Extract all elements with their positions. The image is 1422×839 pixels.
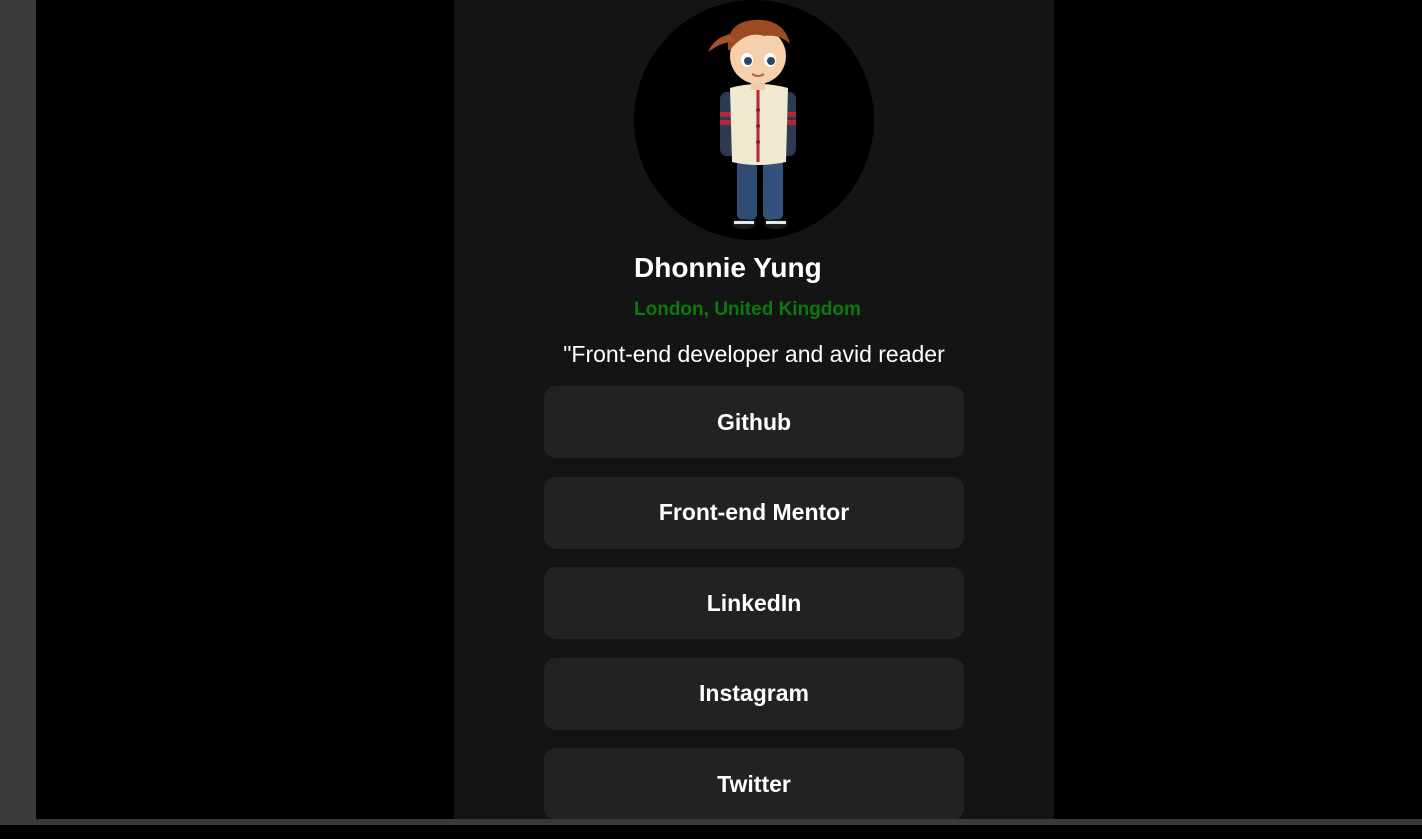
profile-card: Dhonnie Yung London, United Kingdom "Fro… (454, 0, 1054, 825)
profile-location: London, United Kingdom (634, 299, 861, 320)
avatar (634, 0, 874, 240)
cartoon-boy-avatar-icon (708, 19, 796, 229)
profile-bio: "Front-end developer and avid reader (563, 341, 945, 367)
twitter-link-button[interactable]: Twitter (544, 748, 964, 820)
linkedin-link-button[interactable]: LinkedIn (544, 567, 964, 639)
page-bottom-border (0, 819, 1422, 825)
social-links: Github Front-end Mentor LinkedIn Instagr… (544, 386, 964, 839)
frontend-mentor-link-button[interactable]: Front-end Mentor (544, 476, 964, 549)
github-link-button[interactable]: Github (544, 386, 964, 458)
page-left-border (0, 0, 36, 825)
instagram-link-button[interactable]: Instagram (544, 657, 964, 730)
profile-name: Dhonnie Yung (634, 252, 822, 283)
